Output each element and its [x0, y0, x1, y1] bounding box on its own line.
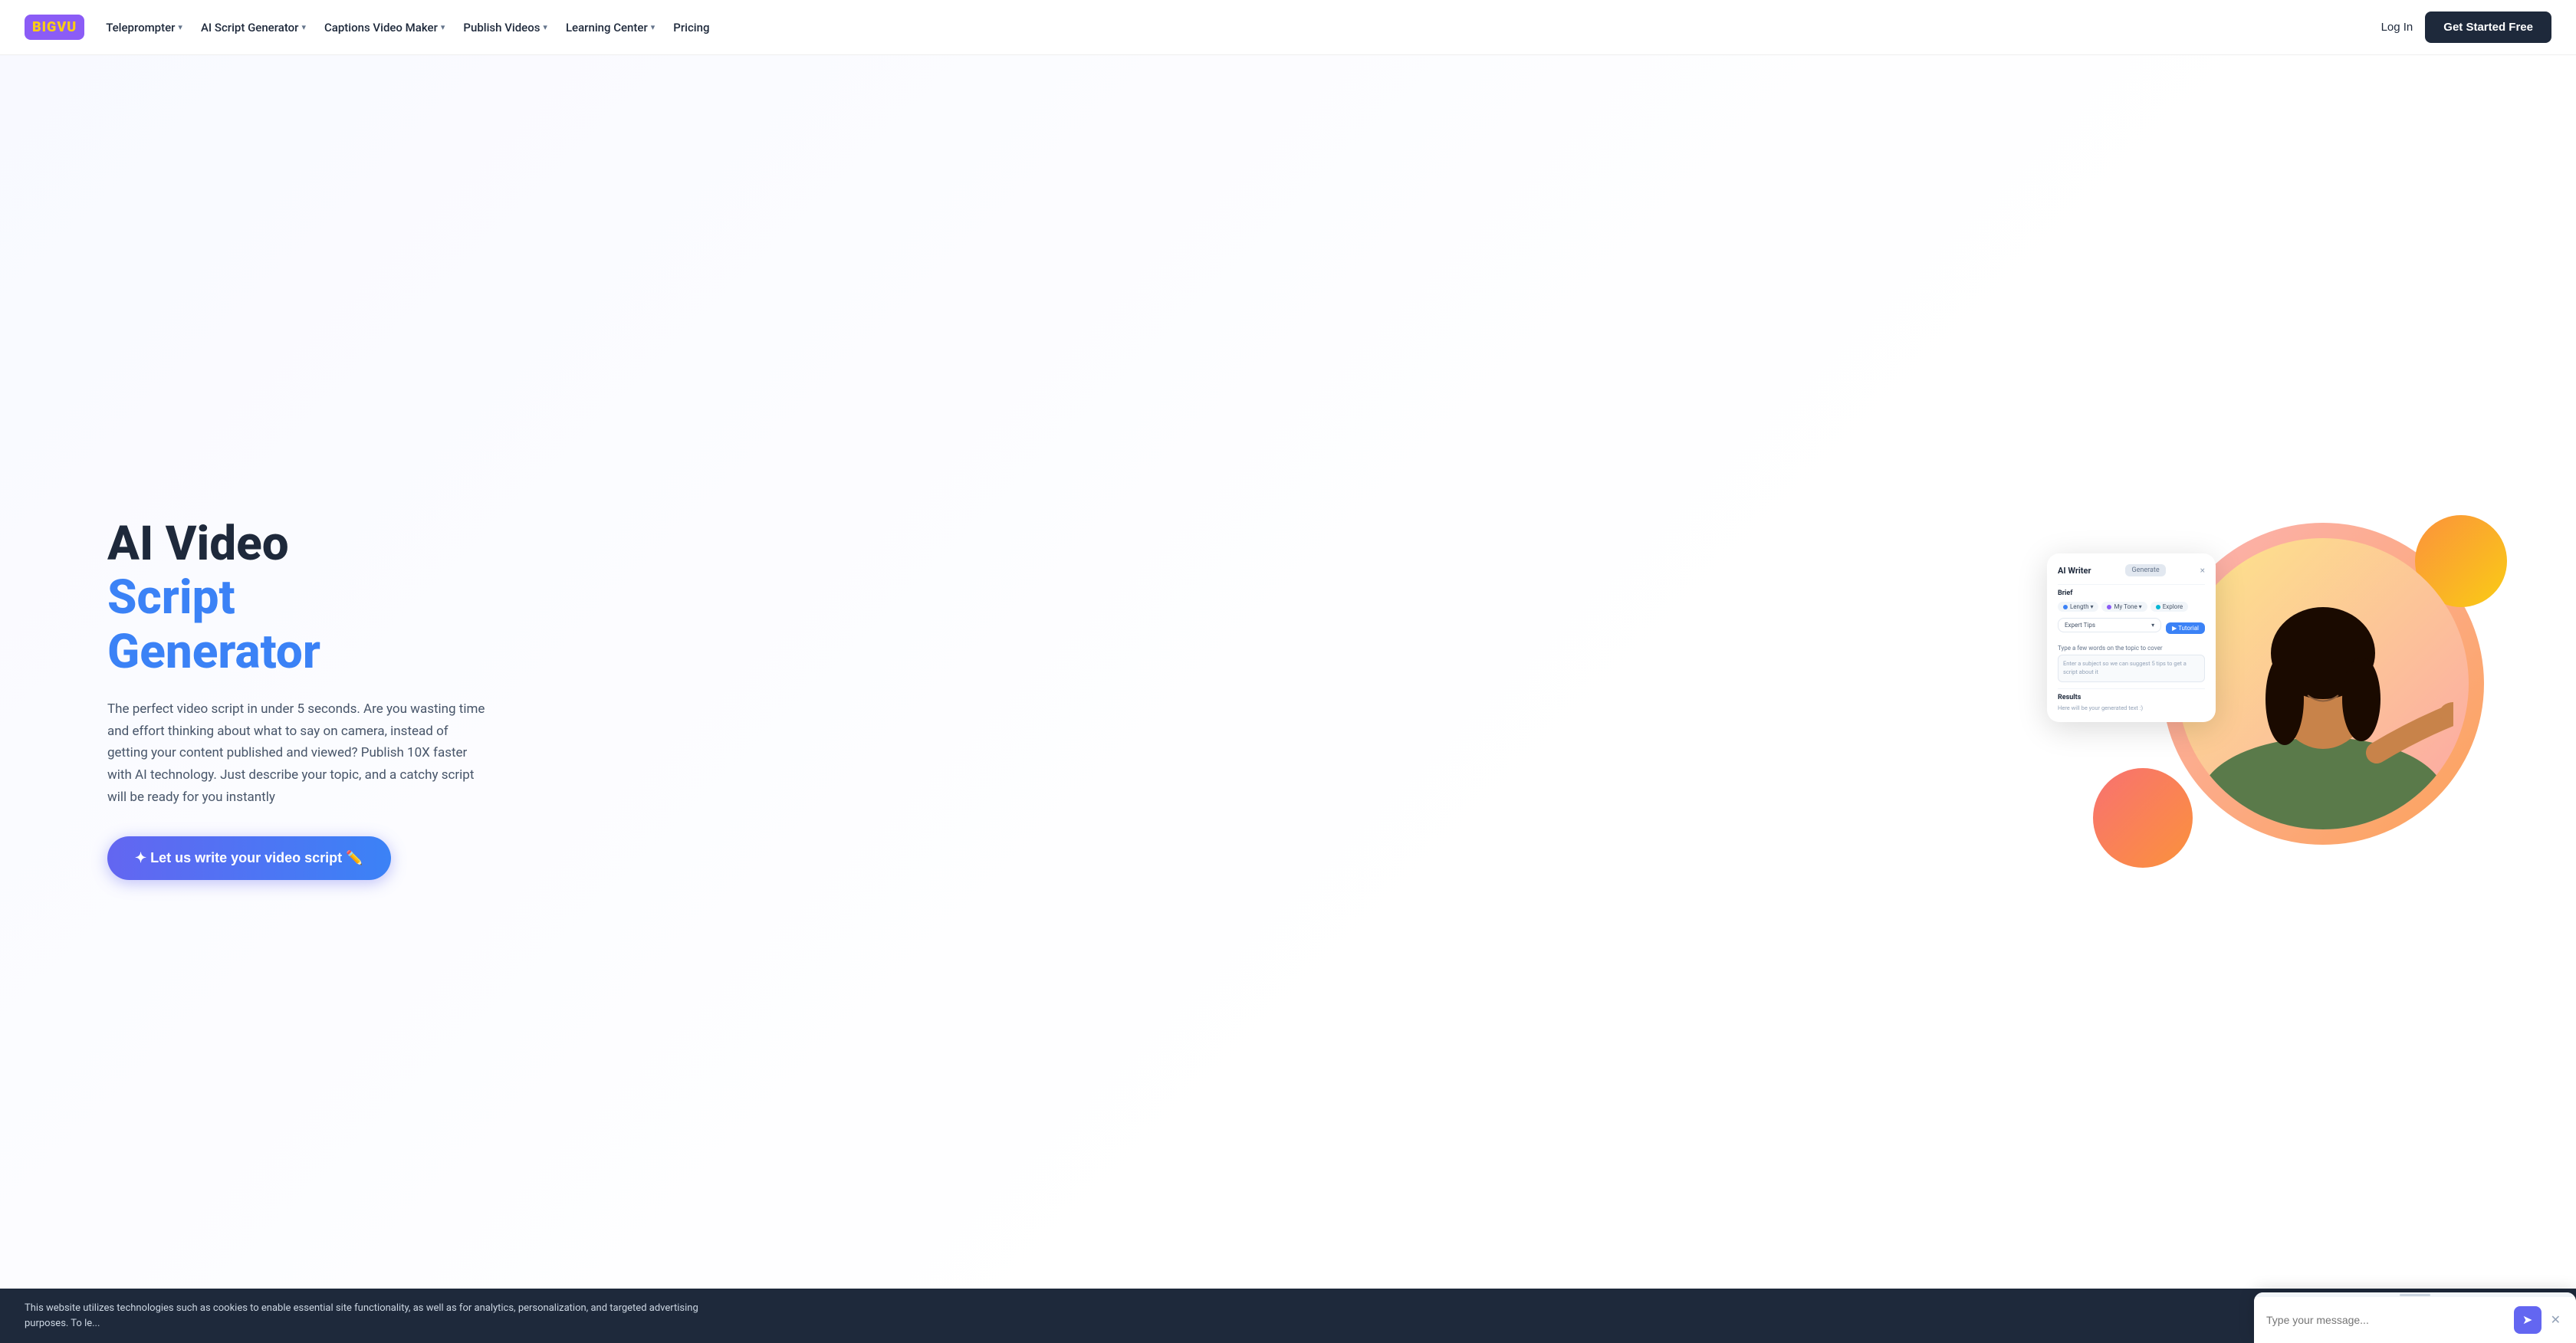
nav-items: Teleprompter▾ AI Script Generator▾ Caption… [106, 21, 709, 34]
hero-section: AI Video Script Generator The perfect vi… [0, 55, 2576, 1343]
nav-item-pricing[interactable]: Pricing [673, 21, 709, 34]
card-title: AI Writer [2058, 566, 2091, 576]
hero-title-line2: Script [107, 570, 491, 625]
tag-length: Length ▾ [2058, 602, 2098, 612]
person-circle [2177, 538, 2469, 829]
hero-cta-button[interactable]: ✦ Let us write your video script ✏️ [107, 836, 391, 880]
tag-dot-cyan [2156, 605, 2160, 609]
results-text: Here will be your generated text :) [2058, 704, 2205, 711]
chat-widget: ➤ ✕ [2254, 1292, 2576, 1343]
tutorial-label: ▶ Tutorial [2172, 625, 2199, 632]
card-divider-2 [2058, 688, 2205, 689]
chevron-down-icon: ▾ [178, 22, 182, 32]
nav-right: Log In Get Started Free [2381, 11, 2551, 43]
cookie-banner: This website utilizes technologies such … [0, 1289, 2576, 1343]
get-started-button[interactable]: Get Started Free [2425, 11, 2551, 43]
chat-drag-handle [2400, 1294, 2430, 1296]
circle-bottom-left [2093, 768, 2193, 868]
card-divider [2058, 584, 2205, 585]
select-chevron: ▾ [2151, 622, 2154, 629]
hero-title-line3: Generator [107, 625, 491, 679]
tag-dot-purple [2107, 605, 2111, 609]
select-value: Expert Tips [2065, 622, 2095, 629]
card-tags-row: Length ▾ My Tone ▾ Explore [2058, 602, 2205, 612]
nav-left: BIGVU Teleprompter▾ AI Script Generator▾ C… [25, 15, 710, 40]
chat-close-button[interactable]: ✕ [2548, 1312, 2564, 1328]
tutorial-button[interactable]: ▶ Tutorial [2166, 622, 2205, 634]
cookie-text: This website utilizes technologies such … [25, 1301, 715, 1331]
tag-length-label: Length ▾ [2070, 603, 2093, 610]
ai-writer-card: AI Writer Generate × Brief Length ▾ My T… [2047, 553, 2216, 722]
chevron-down-icon: ▾ [301, 22, 306, 32]
logo[interactable]: BIGVU [25, 15, 84, 40]
card-close-btn[interactable]: × [2200, 565, 2205, 576]
card-header: AI Writer Generate × [2058, 564, 2205, 576]
chat-send-button[interactable]: ➤ [2514, 1306, 2542, 1334]
nav-item-ai-script[interactable]: AI Script Generator▾ [201, 21, 306, 34]
nav-item-learning-center[interactable]: Learning Center▾ [566, 21, 655, 34]
results-title: Results [2058, 694, 2205, 701]
tag-explore-label: Explore [2163, 603, 2183, 610]
chevron-down-icon: ▾ [441, 22, 445, 32]
tag-dot-blue [2063, 605, 2068, 609]
chevron-down-icon: ▾ [543, 22, 547, 32]
hero-description: The perfect video script in under 5 seco… [107, 698, 491, 809]
send-icon: ➤ [2522, 1312, 2532, 1328]
hero-visual: AI Writer Generate × Brief Length ▾ My T… [2055, 507, 2515, 891]
nav-item-teleprompter[interactable]: Teleprompter▾ [106, 21, 182, 34]
chevron-down-icon: ▾ [651, 22, 656, 32]
topic-textarea[interactable]: Enter a subject so we can suggest 5 tips… [2058, 655, 2205, 682]
chat-input[interactable] [2266, 1314, 2508, 1326]
nav-item-captions-video[interactable]: Captions Video Maker▾ [324, 21, 445, 34]
card-brief-label: Brief [2058, 589, 2205, 597]
tag-tone-label: My Tone ▾ [2114, 603, 2141, 610]
textarea-label: Type a few words on the topic to cover [2058, 645, 2205, 652]
hero-content: AI Video Script Generator The perfect vi… [107, 518, 491, 880]
tag-tone: My Tone ▾ [2101, 602, 2147, 612]
card-select[interactable]: Expert Tips ▾ [2058, 618, 2161, 632]
logo-text: BIGVU [32, 19, 77, 35]
person-illustration [2193, 553, 2453, 829]
login-button[interactable]: Log In [2381, 21, 2413, 34]
hero-title-line1: AI Video [107, 518, 491, 570]
card-generate-btn[interactable]: Generate [2125, 564, 2165, 576]
hero-title: AI Video Script Generator [107, 518, 491, 680]
nav-item-publish-videos[interactable]: Publish Videos▾ [463, 21, 547, 34]
tag-explore: Explore [2150, 602, 2188, 612]
navigation: BIGVU Teleprompter▾ AI Script Generator▾ C… [0, 0, 2576, 55]
chat-input-row: ➤ ✕ [2254, 1297, 2576, 1343]
